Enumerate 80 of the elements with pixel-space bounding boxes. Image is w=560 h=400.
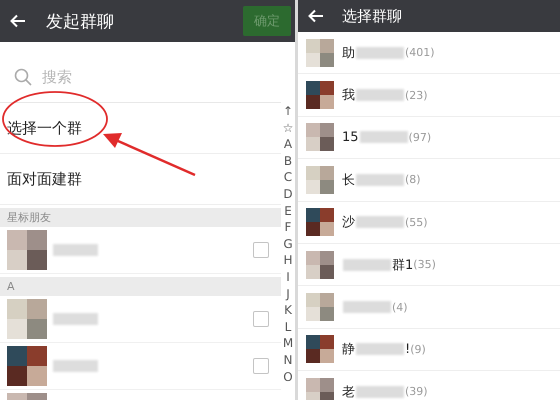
blurred-name <box>53 360 98 372</box>
blurred-name <box>360 131 408 144</box>
blurred-name <box>356 174 404 186</box>
index-letter[interactable]: L <box>284 318 292 336</box>
group-list-item[interactable]: 15 (97) <box>298 116 560 160</box>
avatar-placeholder <box>7 346 47 386</box>
index-letter[interactable]: ↑ <box>282 103 294 120</box>
section-header: A <box>0 277 281 296</box>
member-count: (8) <box>405 173 421 186</box>
index-letter[interactable]: C <box>284 169 292 186</box>
index-letter[interactable]: D <box>283 186 293 203</box>
index-letter[interactable]: O <box>283 368 293 386</box>
group-list-item[interactable]: 助 (401) <box>298 32 560 74</box>
avatar-placeholder <box>306 335 334 364</box>
avatar-placeholder <box>306 293 334 322</box>
group-name: 沙 <box>342 214 355 232</box>
index-letter[interactable]: E <box>284 202 292 220</box>
group-name: 15 <box>342 130 359 145</box>
window-title: 发起群聊 <box>46 10 115 32</box>
checkbox[interactable] <box>253 242 269 258</box>
index-letter[interactable]: I <box>286 268 290 286</box>
avatar-placeholder <box>306 166 334 194</box>
avatar-placeholder <box>306 81 334 110</box>
member-count: (97) <box>408 130 432 144</box>
back-arrow-icon[interactable] <box>10 14 26 28</box>
back-arrow-icon[interactable] <box>308 9 324 23</box>
member-count: (23) <box>405 88 428 102</box>
member-count: (39) <box>405 385 428 398</box>
menu-item[interactable]: 面对面建群 <box>7 166 82 192</box>
blurred-name <box>343 301 391 314</box>
blurred-name <box>356 89 404 102</box>
index-letter[interactable]: B <box>284 152 292 170</box>
search-icon <box>14 68 32 86</box>
index-letter[interactable]: N <box>284 352 292 368</box>
member-count: (55) <box>405 216 428 229</box>
index-letter[interactable]: ☆ <box>282 120 294 136</box>
index-letter[interactable]: H <box>283 252 293 269</box>
avatar-placeholder <box>306 123 334 152</box>
group-name: 老 <box>342 384 355 400</box>
search-field[interactable]: 搜索 <box>40 67 194 87</box>
menu-item[interactable]: 选择一个群 <box>7 114 82 142</box>
section-header: 星标朋友 <box>0 208 281 227</box>
group-name: 静 <box>342 341 355 358</box>
group-list-item[interactable]: 我 (23) <box>298 74 560 117</box>
member-count: (35) <box>413 258 436 272</box>
checkbox[interactable] <box>253 358 269 374</box>
avatar-placeholder <box>306 208 334 236</box>
group-name: 我 <box>342 87 355 104</box>
group-list-item[interactable]: 长 (8) <box>298 159 560 202</box>
member-count: (401) <box>405 46 435 60</box>
avatar-placeholder <box>306 378 334 400</box>
group-name: 长 <box>342 172 355 189</box>
index-letter[interactable]: J <box>286 286 290 302</box>
window-title: 选择群聊 <box>342 6 402 26</box>
blurred-name <box>343 258 391 271</box>
group-list-item[interactable]: 沙 (55) <box>298 202 560 244</box>
blurred-name <box>356 343 404 356</box>
avatar-placeholder <box>7 230 47 270</box>
member-count: (9) <box>410 342 426 356</box>
avatar-placeholder <box>306 250 334 279</box>
group-name: 助 <box>342 44 355 62</box>
index-letter[interactable]: A <box>284 136 292 153</box>
blurred-name <box>356 46 404 59</box>
group-name: 群1 <box>392 256 414 274</box>
index-letter[interactable]: F <box>284 219 292 236</box>
blurred-name <box>53 313 98 325</box>
group-list-item[interactable]: 群1(35) <box>298 244 560 286</box>
checkbox[interactable] <box>253 311 269 327</box>
blurred-name <box>356 216 404 228</box>
blurred-name <box>356 386 404 398</box>
blurred-name <box>53 244 98 256</box>
index-letter[interactable]: M <box>282 335 294 352</box>
index-letter[interactable]: K <box>284 302 292 319</box>
avatar-placeholder <box>7 299 47 339</box>
index-letter[interactable]: G <box>283 236 293 252</box>
group-list-item[interactable]: 静 !(9) <box>298 328 560 372</box>
group-name: ! <box>405 342 410 357</box>
member-count: (4) <box>392 300 408 314</box>
avatar-placeholder <box>306 38 334 67</box>
group-list-item[interactable]: 老 (39) <box>298 371 560 400</box>
